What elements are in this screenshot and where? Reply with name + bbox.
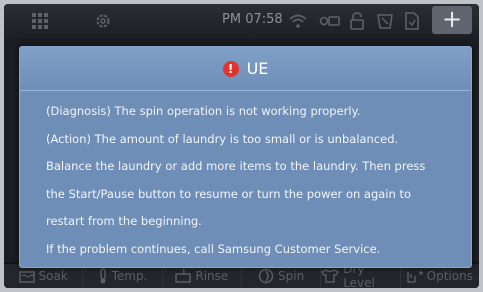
add-button[interactable]: +	[432, 6, 472, 34]
grid-icon[interactable]	[32, 13, 48, 29]
nav-label: Options	[426, 269, 473, 283]
smart-control-icon	[319, 12, 340, 30]
soak-icon	[18, 271, 35, 283]
dialog-title: UE	[246, 59, 269, 78]
thermometer-icon	[99, 268, 106, 284]
shirt-icon	[321, 269, 340, 283]
dialog-message: (Diagnosis) The spin operation is not wo…	[46, 98, 456, 263]
error-dialog: ! UE (Diagnosis) The spin operation is n…	[19, 46, 472, 268]
washer-screen: PM 07:58 + Soak Temp. Rinse Spin Dry Lev…	[4, 4, 479, 288]
rinse-icon	[175, 269, 192, 283]
spin-icon	[258, 268, 274, 284]
message-line: Balance the laundry or add more items to…	[46, 159, 426, 173]
dialog-header: ! UE	[20, 47, 471, 91]
nav-label: Rinse	[195, 269, 229, 283]
gear-icon[interactable]	[94, 12, 112, 30]
message-line: If the problem continues, call Samsung C…	[46, 241, 381, 256]
nav-label: Spin	[278, 269, 305, 283]
document-icon	[404, 12, 422, 30]
nav-label: Soak	[38, 269, 68, 283]
door-lock-icon	[349, 12, 367, 30]
message-line: the Start/Pause button to resume or turn…	[46, 186, 411, 201]
nav-label: Temp.	[111, 269, 148, 283]
clock: PM 07:58	[222, 12, 283, 27]
wifi-icon	[288, 12, 307, 30]
alert-icon: !	[222, 60, 239, 77]
message-line: (Diagnosis) The spin operation is not wo…	[46, 104, 361, 118]
options-icon	[406, 271, 423, 283]
message-line: restart from the beginning.	[46, 214, 202, 228]
status-bar: PM 07:58 +	[4, 4, 479, 38]
message-line: (Action) The amount of laundry is too sm…	[46, 131, 399, 146]
tub-clean-icon	[376, 12, 394, 30]
